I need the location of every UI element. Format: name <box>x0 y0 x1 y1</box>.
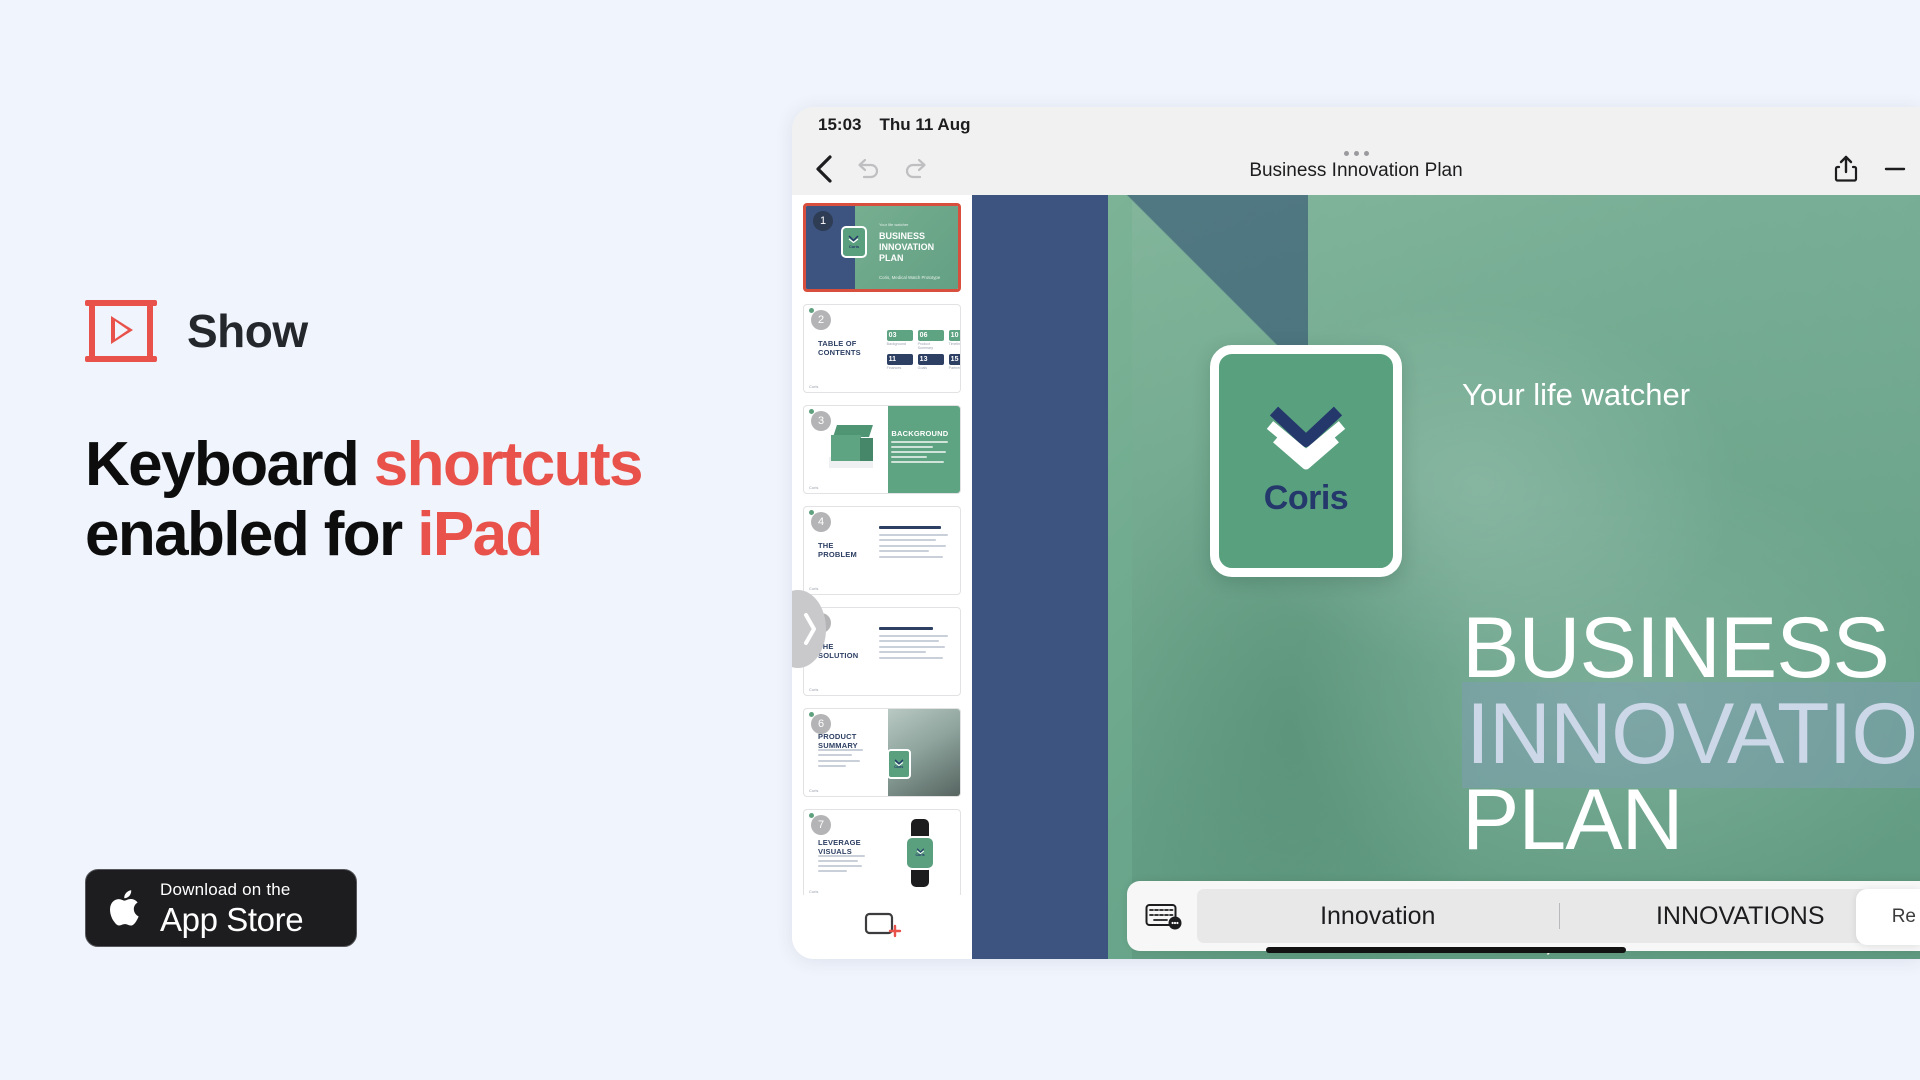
toc-chip: 11 <box>886 354 913 366</box>
app-toolbar: Business Innovation Plan <box>792 143 1920 195</box>
status-bar-time: 15:03 <box>818 115 862 134</box>
slide-number-badge: 6 <box>811 714 831 734</box>
coris-logo-card[interactable]: Coris <box>1210 345 1402 577</box>
coris-logo-name: Coris <box>1263 478 1349 517</box>
toc-chip-label: Product Summary <box>917 342 934 351</box>
toc-chip: 15 <box>948 354 960 366</box>
thumb-7-title: LEVERAGE VISUALS <box>818 837 861 857</box>
slide-thumbnail-4[interactable]: 4 THE PROBLEM Coris <box>803 506 961 595</box>
promo-headline: Keyboard shortcuts enabled for iPad <box>85 430 745 570</box>
more-icon[interactable] <box>1884 158 1906 180</box>
slide-title-textbox[interactable]: BUSINESS INNOVATION PLAN <box>1462 605 1920 863</box>
slide-title-line-1: BUSINESS <box>1462 600 1890 696</box>
thumb-footer: Coris <box>809 788 819 793</box>
share-icon[interactable] <box>1834 155 1858 183</box>
add-slide-button[interactable] <box>792 895 972 959</box>
thumb-footer: Coris <box>809 384 819 389</box>
product-box-image <box>828 425 877 469</box>
keyboard-icon[interactable] <box>1145 901 1183 931</box>
thumb-1-subtitle: Coris, Medical Watch Prototype <box>878 274 941 280</box>
thumb-5-title: THE SOLUTION <box>818 642 859 661</box>
toc-chip: 10 <box>948 330 960 342</box>
replace-panel[interactable]: Re <box>1856 889 1920 945</box>
coris-logo-thumb-icon: Coris <box>840 225 867 258</box>
headline-accent-1: shortcuts <box>373 430 644 499</box>
slide-thumbnail-7[interactable]: Coris 7 LEVERAGE VISUALS Coris <box>803 809 961 898</box>
coris-chevron-heart-icon <box>1266 406 1346 469</box>
slide-number-badge: 7 <box>811 815 831 835</box>
undo-icon[interactable] <box>855 158 881 180</box>
promo-section: Show Keyboard shortcuts enabled for iPad <box>85 300 745 570</box>
slide-number-badge: 3 <box>811 411 831 431</box>
toc-chip-label: Finances <box>886 366 902 371</box>
headline-part-2: enabled for <box>85 500 418 570</box>
predictive-text-bar[interactable]: Innovation INNOVATIONS <box>1127 881 1920 951</box>
slide-number-badge: 4 <box>811 512 831 532</box>
slide-thumbnail-panel[interactable]: Coris Your life watcher BUSINESS INNOVAT… <box>792 195 972 959</box>
redo-icon[interactable] <box>903 158 929 180</box>
editor-body: Coris Your life watcher BUSINESS INNOVAT… <box>792 195 1920 959</box>
multitasking-dots-icon[interactable] <box>1343 150 1369 156</box>
thumb-1-title: BUSINESS INNOVATION PLAN <box>878 230 935 263</box>
brand-row: Show <box>85 300 745 362</box>
coris-logo-thumb-icon: Coris <box>886 749 911 780</box>
toc-chip-label: Timeline <box>948 342 961 347</box>
app-store-download-button[interactable]: Download on the App Store <box>85 869 357 947</box>
slide-number-badge: 2 <box>811 310 831 330</box>
slide-canvas[interactable]: Coris Your life watcher BUSINESS INNOVAT… <box>972 195 1920 959</box>
headline-accent-2: iPad <box>417 500 543 570</box>
chevron-left-icon[interactable] <box>814 155 833 183</box>
status-bar: 15:03 Thu 11 Aug <box>792 107 1920 143</box>
document-title: Business Innovation Plan <box>1249 159 1463 181</box>
app-store-small-label: Download on the <box>160 879 291 899</box>
thumb-3-title: BACKGROUND <box>891 428 949 438</box>
watch-image: Coris <box>905 818 936 887</box>
slide-title-line-3: PLAN <box>1462 772 1684 868</box>
thumb-1-kicker: Your life watcher <box>878 221 909 227</box>
thumb-2-title: TABLE OF CONTENTS <box>818 339 861 358</box>
headline-part-1: Keyboard <box>85 430 374 499</box>
slide-thumbnail-3[interactable]: 3 BACKGROUND Coris <box>803 405 961 494</box>
toc-chip-label: Partnerships <box>948 366 960 371</box>
thumb-footer: Coris <box>809 687 819 692</box>
chevron-right-icon <box>804 613 816 645</box>
thumb-footer: Coris <box>809 485 819 490</box>
app-store-big-label: App Store <box>160 900 304 938</box>
status-bar-date: Thu 11 Aug <box>879 115 971 134</box>
toc-chip: 06 <box>917 330 944 342</box>
slide-thumbnail-1[interactable]: Coris Your life watcher BUSINESS INNOVAT… <box>803 203 961 292</box>
slide-kicker-text[interactable]: Your life watcher <box>1462 377 1690 413</box>
toc-chip-label: Goals <box>917 366 928 371</box>
show-play-logo-icon <box>85 300 157 362</box>
toc-chip-label: Background <box>886 342 906 347</box>
brand-name: Show <box>187 305 308 357</box>
apple-logo-icon <box>110 890 139 926</box>
toc-chip: 13 <box>917 354 944 366</box>
thumb-4-title: THE PROBLEM <box>818 541 857 560</box>
ipad-device-frame: 15:03 Thu 11 Aug Business Innovation Pla… <box>792 107 1920 959</box>
slide-thumbnail-5[interactable]: 5 THE SOLUTION Coris <box>803 607 961 696</box>
suggestion-1[interactable]: Innovation <box>1197 902 1559 931</box>
slide-thumbnail-6[interactable]: Coris 6 PRODUCT SUMMARY Coris <box>803 708 961 797</box>
thumb-6-title: PRODUCT SUMMARY <box>818 731 858 750</box>
slide-number-badge: 1 <box>813 211 833 231</box>
toc-chip: 03 <box>886 330 913 342</box>
slide-thumbnail-2[interactable]: 2 TABLE OF CONTENTS 03 Background 06 Produ… <box>803 304 961 393</box>
home-indicator[interactable] <box>1266 947 1626 953</box>
thumb-2-toc: 03 Background 06 Product Summary 10 Timelin… <box>886 330 961 371</box>
add-slide-icon <box>864 912 902 938</box>
thumb-footer: Coris <box>809 889 819 894</box>
thumb-footer: Coris <box>809 586 819 591</box>
